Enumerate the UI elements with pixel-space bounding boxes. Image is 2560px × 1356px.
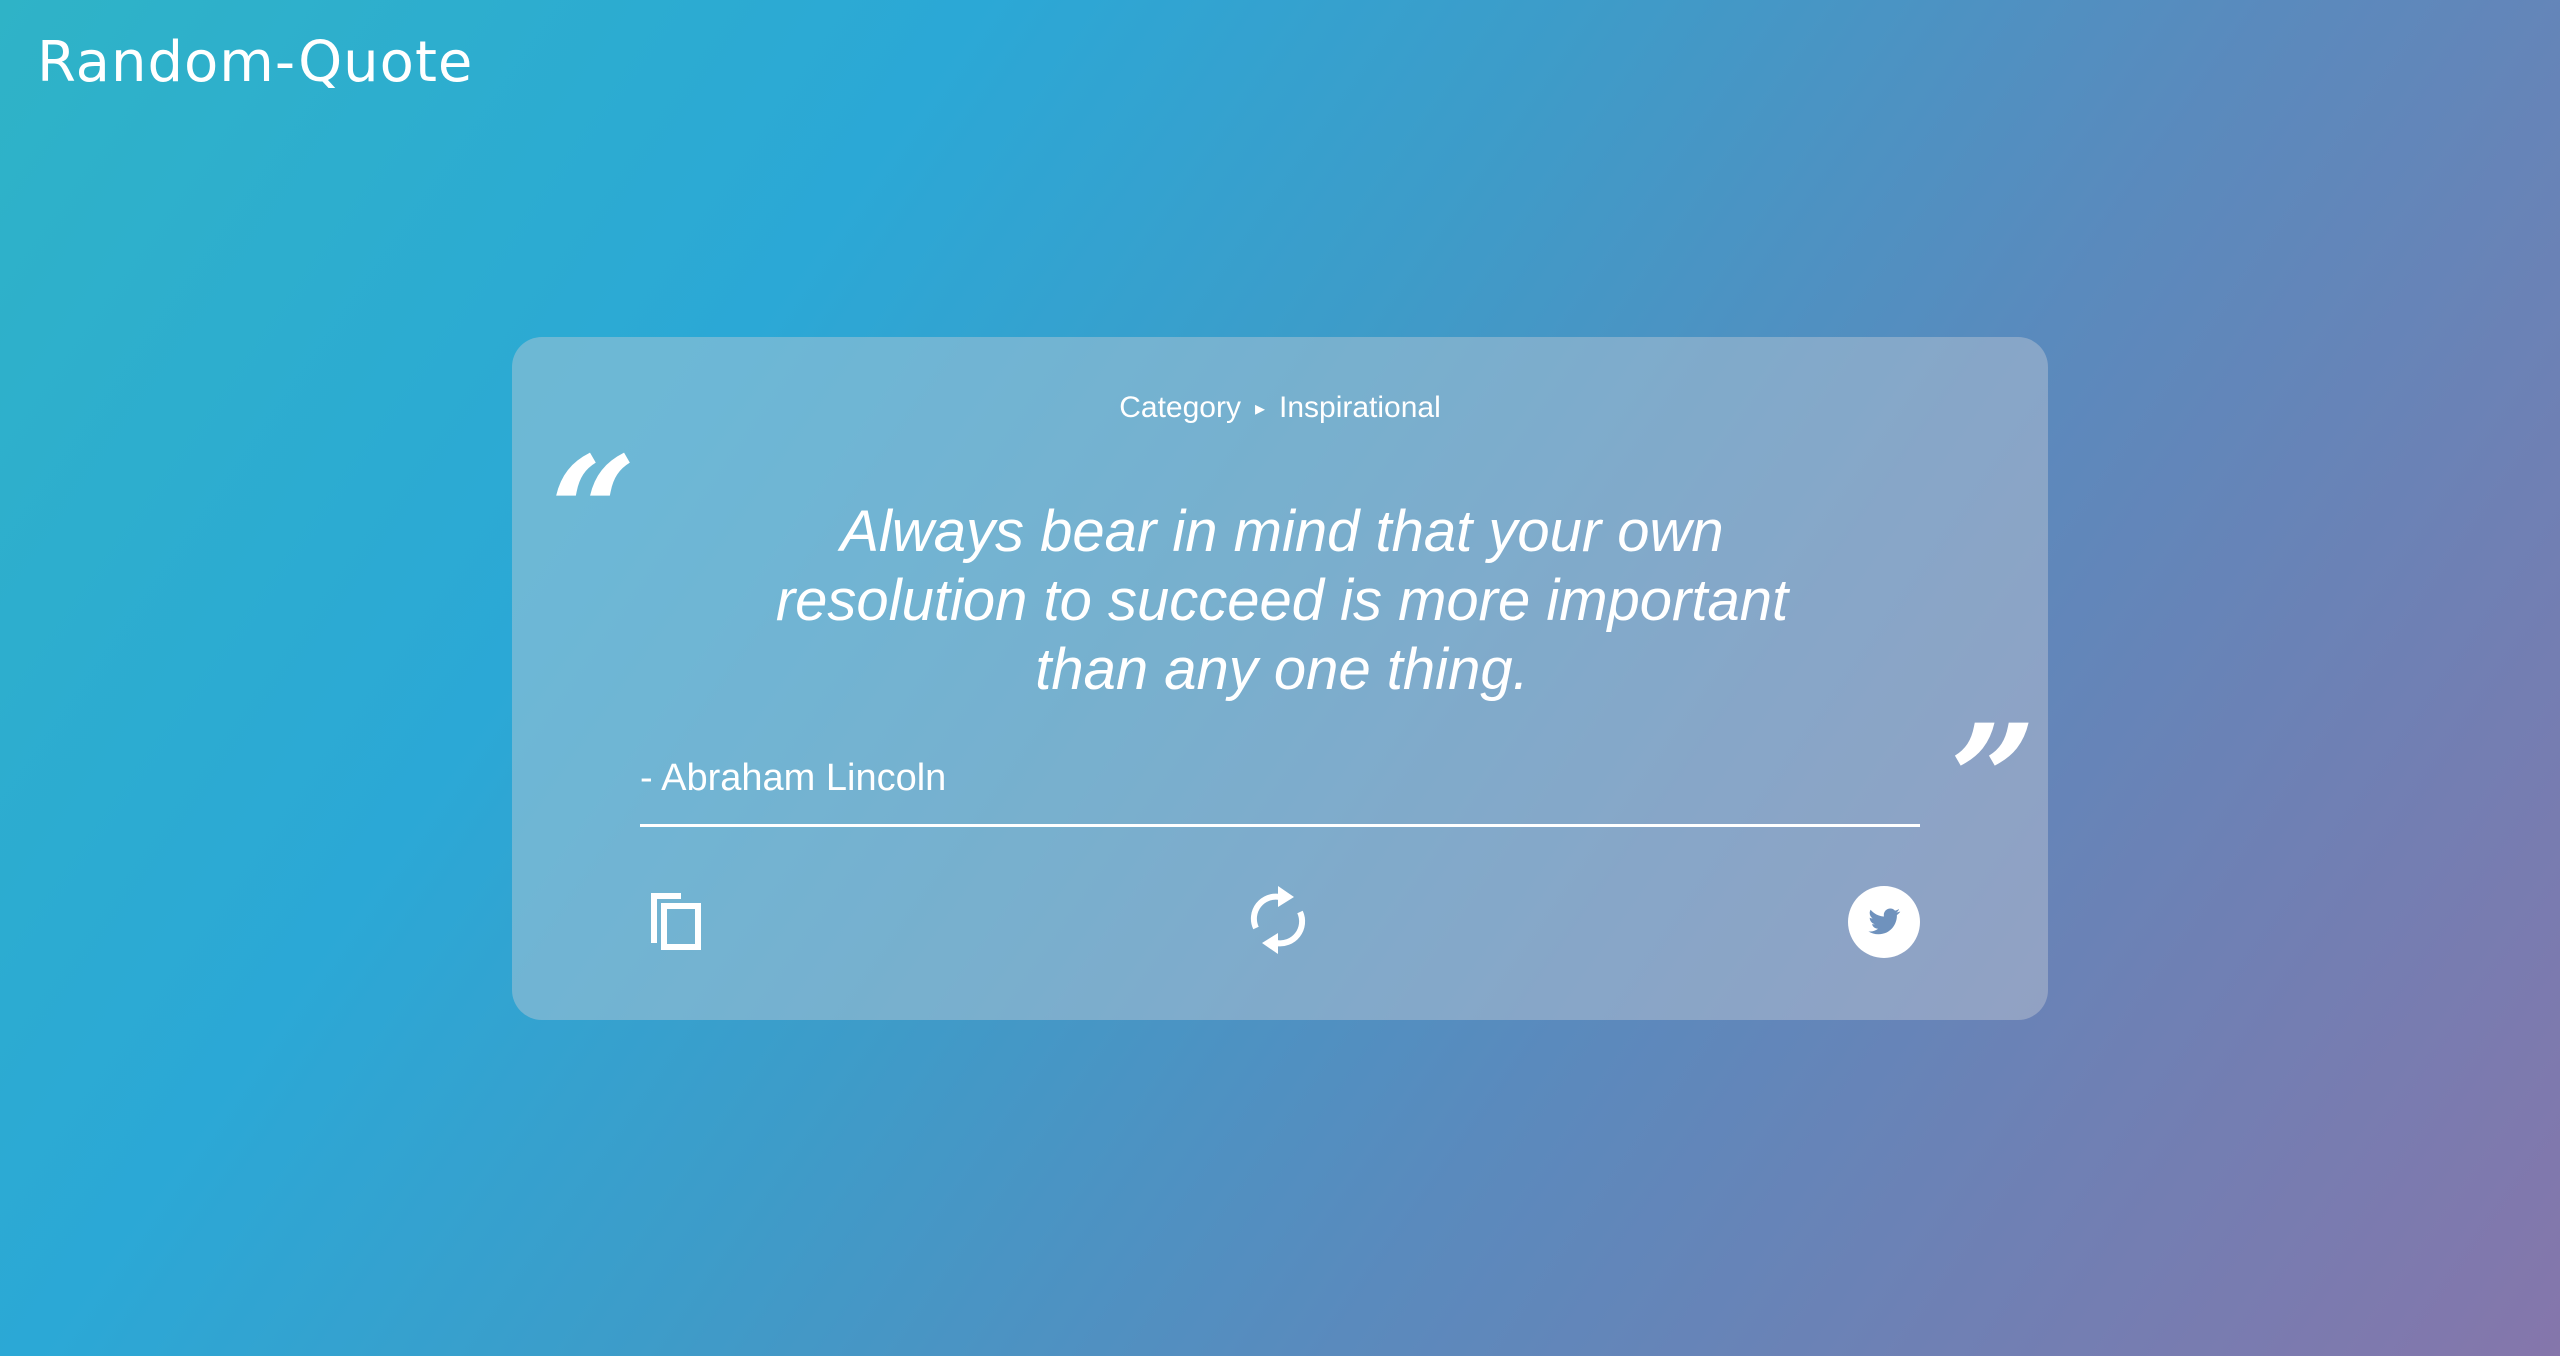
app-title: Random-Quote [37, 30, 474, 95]
divider [640, 824, 1920, 827]
close-quote-icon: ” [1950, 692, 2037, 868]
copy-button[interactable] [647, 889, 703, 951]
category-arrow-icon: ▸ [1254, 398, 1265, 420]
category-line: Category ▸ Inspirational [512, 391, 2048, 425]
twitter-icon [1848, 886, 1920, 958]
quote-author: - Abraham Lincoln [640, 757, 947, 799]
copy-icon [647, 889, 703, 951]
category-value: Inspirational [1279, 391, 1441, 424]
open-quote-icon: “ [550, 424, 637, 600]
new-quote-button[interactable] [1242, 884, 1314, 956]
quote-text: Always bear in mind that your own resolu… [775, 499, 1789, 702]
refresh-icon [1242, 884, 1314, 956]
category-label: Category [1119, 391, 1241, 424]
tweet-button[interactable] [1848, 886, 1920, 958]
quote-card: Category ▸ Inspirational “ Always bear in … [512, 337, 2048, 1020]
